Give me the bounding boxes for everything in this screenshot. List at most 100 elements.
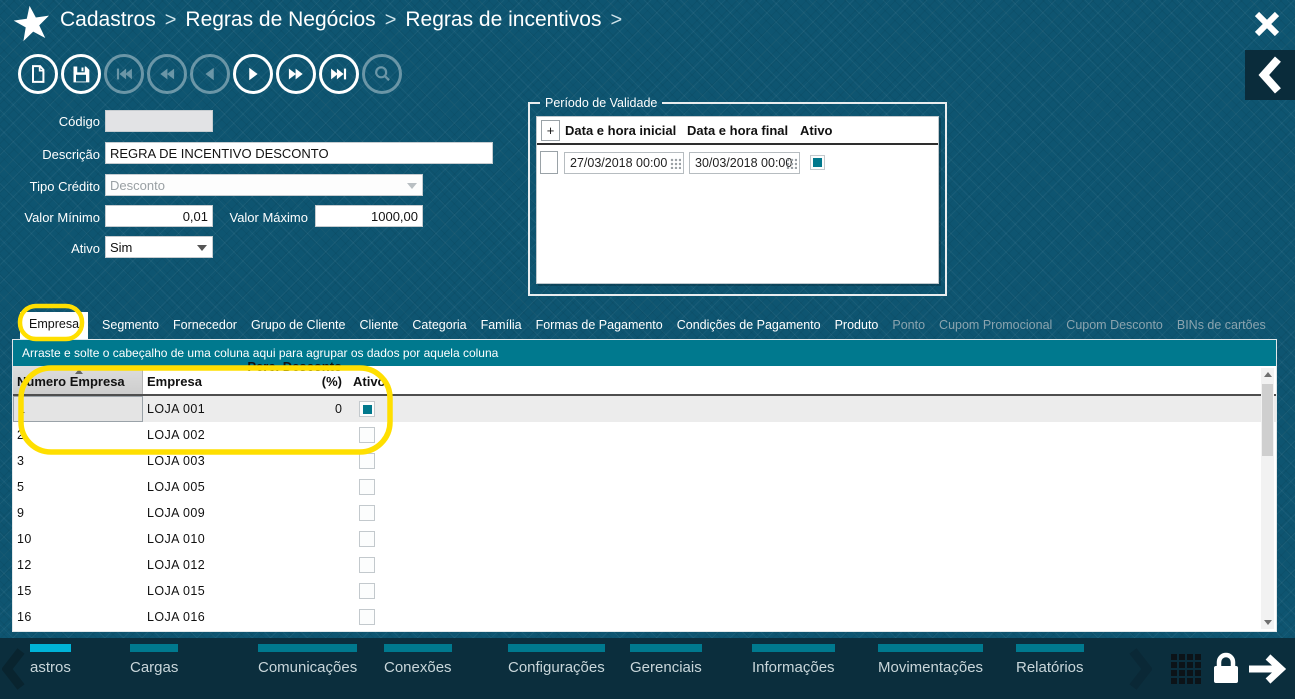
apps-grid-icon[interactable]: [1170, 653, 1202, 685]
data-inicial-value: 27/03/2018 00:00: [570, 155, 668, 170]
cell-empresa[interactable]: LOJA 009: [143, 506, 227, 520]
tab-condicoes-de-pagamento[interactable]: Condições de Pagamento: [677, 318, 821, 339]
tab-produto[interactable]: Produto: [835, 318, 879, 339]
tab-cliente[interactable]: Cliente: [359, 318, 398, 339]
tab-formas-de-pagamento[interactable]: Formas de Pagamento: [536, 318, 663, 339]
module-item-configuracoes[interactable]: Configurações: [508, 638, 633, 676]
module-item-comunicacoes[interactable]: Comunicações: [258, 638, 385, 676]
tab-categoria[interactable]: Categoria: [412, 318, 466, 339]
scrollbar-thumb[interactable]: [1262, 384, 1273, 456]
row-selector[interactable]: [540, 151, 558, 174]
module-item-movimentacoes[interactable]: Movimentações: [878, 638, 1011, 676]
table-row[interactable]: 5 LOJA 005: [13, 474, 1276, 500]
tab-familia[interactable]: Família: [481, 318, 522, 339]
table-row[interactable]: 12 LOJA 012: [13, 552, 1276, 578]
cell-empresa[interactable]: LOJA 002: [143, 428, 227, 442]
cell-numero[interactable]: 9: [13, 500, 143, 526]
column-header-perc-desconto[interactable]: Perc. Desconto (%): [227, 359, 345, 394]
module-item-cargas[interactable]: Cargas: [130, 638, 206, 676]
table-row[interactable]: 3 LOJA 003: [13, 448, 1276, 474]
ativo-dropdown[interactable]: Sim: [105, 236, 213, 258]
module-item-gerenciais[interactable]: Gerenciais: [630, 638, 730, 676]
scroll-up-icon[interactable]: [1264, 372, 1272, 377]
table-row[interactable]: 16 LOJA 016: [13, 604, 1276, 630]
tab-segmento[interactable]: Segmento: [102, 318, 159, 339]
tab-fornecedor[interactable]: Fornecedor: [173, 318, 237, 339]
scroll-down-icon[interactable]: [1264, 620, 1272, 625]
column-header-numero-empresa[interactable]: Número Empresa: [13, 366, 143, 394]
group-by-bar[interactable]: Arraste e solte o cabeçalho de uma colun…: [13, 340, 1276, 366]
calendar-grid-icon[interactable]: [670, 157, 681, 169]
table-row[interactable]: 9 LOJA 009: [13, 500, 1276, 526]
nav-scroll-left-icon[interactable]: [2, 647, 26, 691]
table-row[interactable]: 10 LOJA 010: [13, 526, 1276, 552]
module-item-cadastros[interactable]: astros: [30, 638, 99, 676]
ativo-checkbox[interactable]: [359, 583, 375, 599]
cell-ativo: [345, 401, 375, 417]
cell-perc[interactable]: 0: [227, 402, 345, 416]
valor-maximo-field[interactable]: [315, 205, 423, 227]
fast-next-button[interactable]: [276, 54, 316, 94]
cell-numero[interactable]: 10: [13, 526, 143, 552]
module-item-informacoes[interactable]: Informações: [752, 638, 863, 676]
tab-empresa[interactable]: Empresa: [20, 312, 89, 339]
col-ativo[interactable]: Ativo: [800, 123, 833, 138]
cell-empresa[interactable]: LOJA 001: [143, 402, 227, 416]
next-button[interactable]: [233, 54, 273, 94]
previous-button: [190, 54, 230, 94]
last-record-button[interactable]: [319, 54, 359, 94]
ativo-checkbox[interactable]: [359, 453, 375, 469]
ativo-checkbox[interactable]: [359, 479, 375, 495]
cell-empresa[interactable]: LOJA 003: [143, 454, 227, 468]
table-row[interactable]: 15 LOJA 015: [13, 578, 1276, 604]
add-period-button[interactable]: +: [541, 119, 560, 141]
breadcrumb-item-cadastros[interactable]: Cadastros: [60, 8, 156, 31]
data-inicial-field[interactable]: 27/03/2018 00:00: [564, 151, 684, 174]
breadcrumb-item-regras-incentivos[interactable]: Regras de incentivos: [405, 8, 601, 31]
fast-previous-icon: [160, 68, 175, 80]
table-row[interactable]: 2 LOJA 002: [13, 422, 1276, 448]
column-header-empresa[interactable]: Empresa: [143, 374, 227, 394]
cell-empresa[interactable]: LOJA 016: [143, 610, 227, 624]
module-item-relatorios[interactable]: Relatórios: [1016, 638, 1112, 676]
nav-scroll-right-icon[interactable]: [1128, 647, 1152, 691]
cell-numero[interactable]: 12: [13, 552, 143, 578]
breadcrumb-item-regras-negocios[interactable]: Regras de Negócios: [185, 8, 375, 31]
cell-numero[interactable]: 1: [13, 396, 143, 422]
cell-numero[interactable]: 3: [13, 448, 143, 474]
table-row[interactable]: 1 LOJA 001 0: [13, 396, 1276, 422]
ativo-checkbox[interactable]: [359, 505, 375, 521]
calendar-grid-icon[interactable]: [786, 157, 797, 169]
valor-minimo-field[interactable]: [105, 205, 213, 227]
chevron-left-icon: [1258, 56, 1281, 94]
cell-empresa[interactable]: LOJA 012: [143, 558, 227, 572]
ativo-checkbox[interactable]: [359, 531, 375, 547]
cell-empresa[interactable]: LOJA 015: [143, 584, 227, 598]
cell-numero[interactable]: 2: [13, 422, 143, 448]
module-item-conexoes[interactable]: Conexões: [384, 638, 480, 676]
column-header-ativo[interactable]: Ativo: [345, 374, 386, 394]
close-icon[interactable]: [1253, 10, 1281, 38]
cell-empresa[interactable]: LOJA 005: [143, 480, 227, 494]
periodo-ativo-checkbox[interactable]: [810, 155, 825, 170]
lock-icon[interactable]: [1210, 651, 1242, 687]
ativo-checkbox[interactable]: [359, 557, 375, 573]
ativo-checkbox[interactable]: [359, 401, 375, 417]
vertical-scrollbar[interactable]: [1261, 368, 1274, 629]
side-panel-toggle[interactable]: [1245, 50, 1295, 100]
data-final-field[interactable]: 30/03/2018 00:00: [689, 151, 800, 174]
new-record-button[interactable]: [18, 54, 58, 94]
ativo-checkbox[interactable]: [359, 427, 375, 443]
cell-numero[interactable]: 15: [13, 578, 143, 604]
ativo-checkbox[interactable]: [359, 609, 375, 625]
col-data-inicial[interactable]: Data e hora inicial: [565, 123, 687, 138]
tab-grupo-de-cliente[interactable]: Grupo de Cliente: [251, 318, 346, 339]
col-data-final[interactable]: Data e hora final: [687, 123, 800, 138]
cell-numero[interactable]: 5: [13, 474, 143, 500]
arrow-right-icon[interactable]: [1246, 654, 1286, 684]
descricao-field[interactable]: [105, 142, 493, 164]
cell-empresa[interactable]: LOJA 010: [143, 532, 227, 546]
cell-numero[interactable]: 16: [13, 604, 143, 630]
cell-ativo: [345, 479, 375, 495]
save-button[interactable]: [61, 54, 101, 94]
